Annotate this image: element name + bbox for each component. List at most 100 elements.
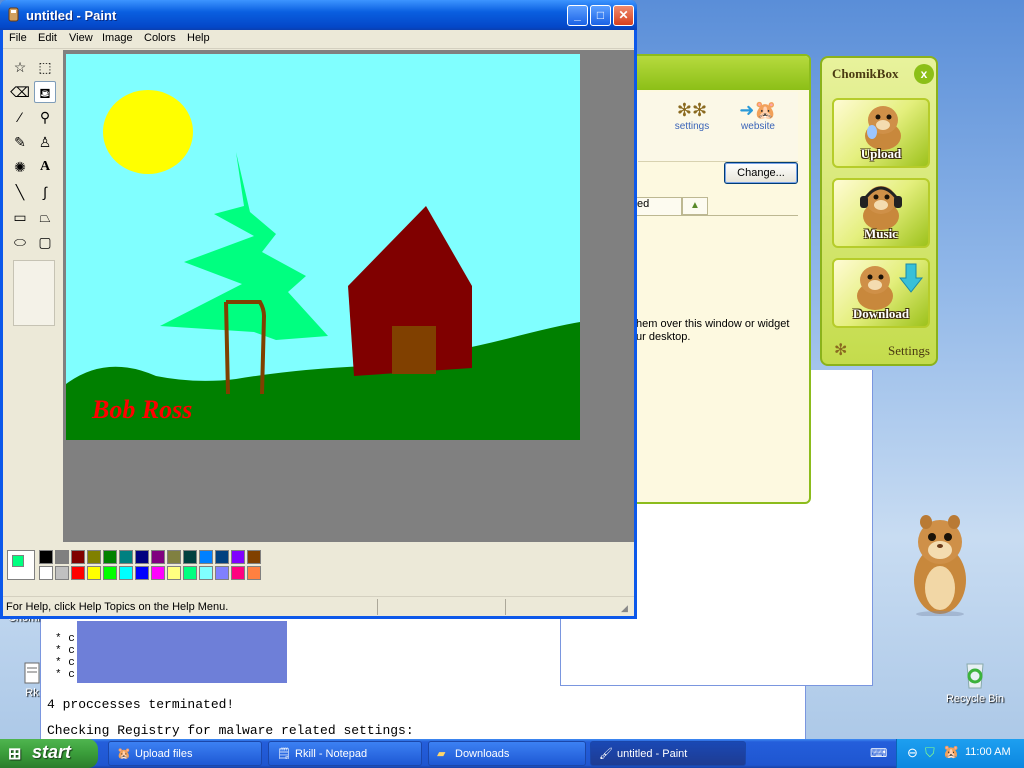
close-button[interactable]: ✕: [613, 5, 634, 26]
free-select-icon[interactable]: ☆: [9, 56, 31, 78]
menu-colors[interactable]: Colors: [144, 32, 176, 44]
desktop-icon-rkill[interactable]: Rk: [22, 662, 42, 699]
task-rkill-notepad[interactable]: 🗒 Rkill - Notepad: [268, 741, 422, 766]
task-upload-files[interactable]: 🐹 Upload files: [108, 741, 262, 766]
palette-swatch[interactable]: [151, 550, 165, 564]
toolbar-settings[interactable]: ✻✻ settings: [662, 100, 722, 132]
color-picker-icon[interactable]: ⁄: [9, 106, 31, 128]
palette-swatch[interactable]: [39, 550, 53, 564]
palette-swatch[interactable]: [119, 550, 133, 564]
magnifier-icon[interactable]: ⚲: [34, 106, 56, 128]
notepad-line-registry: Checking Registry for malware related se…: [47, 723, 414, 738]
paint-titlebar[interactable]: untitled - Paint _ □ ✕: [0, 0, 637, 30]
menu-edit[interactable]: Edit: [38, 32, 57, 44]
palette-swatch[interactable]: [183, 566, 197, 580]
palette-swatch[interactable]: [119, 566, 133, 580]
brush-icon[interactable]: ♙: [34, 131, 56, 153]
palette-swatch[interactable]: [183, 550, 197, 564]
notepad-star-line: * c: [55, 669, 75, 681]
download-label: Download: [852, 306, 910, 321]
eraser-icon[interactable]: ⌫: [9, 81, 31, 103]
widget-settings-button[interactable]: ✻ Settings: [832, 340, 932, 362]
palette-swatch[interactable]: [71, 566, 85, 580]
notepad-file-icon: [24, 662, 40, 684]
text-tool-icon[interactable]: A: [34, 156, 56, 178]
palette-swatch[interactable]: [151, 566, 165, 580]
change-button[interactable]: Change...: [724, 162, 798, 184]
palette-swatch[interactable]: [39, 566, 53, 580]
current-colors[interactable]: [7, 550, 35, 580]
widget-close-button[interactable]: x: [914, 64, 934, 84]
resize-grip-icon[interactable]: ◢: [621, 603, 628, 614]
toolbox: ☆ ⬚ ⌫ ⛾ ⁄ ⚲ ✎ ♙ ✺ A ╲ ∫ ▭ ⏢ ⬭ ▢: [5, 52, 61, 542]
palette-swatch[interactable]: [231, 566, 245, 580]
pencil-icon[interactable]: ✎: [9, 131, 31, 153]
palette-swatch[interactable]: [103, 550, 117, 564]
palette-swatch[interactable]: [247, 550, 261, 564]
palette-swatch[interactable]: [215, 550, 229, 564]
start-button[interactable]: ⊞ start: [0, 739, 98, 768]
canvas-text-bob-ross: Bob Ross: [91, 395, 192, 424]
tab-partial[interactable]: ed: [636, 197, 682, 215]
rounded-rect-icon[interactable]: ▢: [34, 231, 56, 253]
palette-swatch[interactable]: [87, 550, 101, 564]
task-untitled-paint-label: untitled - Paint: [617, 748, 688, 760]
paint-task-icon: 🖌: [599, 748, 613, 760]
tool-options-box[interactable]: [13, 260, 55, 326]
palette-swatch[interactable]: [71, 550, 85, 564]
color-palette: [5, 548, 630, 584]
palette-swatch[interactable]: [55, 550, 69, 564]
status-bar: For Help, click Help Topics on the Help …: [3, 596, 634, 616]
maximize-icon: □: [596, 8, 605, 22]
menu-help[interactable]: Help: [187, 32, 210, 44]
minimize-button[interactable]: _: [567, 5, 588, 26]
chomikbox-description: hem over this window or widget ur deskto…: [636, 318, 806, 344]
polygon-icon[interactable]: ⏢: [34, 206, 56, 228]
palette-swatch[interactable]: [135, 566, 149, 580]
foreground-color-swatch: [12, 555, 24, 567]
palette-swatch[interactable]: [199, 566, 213, 580]
hamster-upload-icon: [865, 106, 901, 150]
airbrush-icon[interactable]: ✺: [9, 156, 31, 178]
music-button[interactable]: Music: [832, 178, 930, 248]
palette-swatch[interactable]: [103, 566, 117, 580]
gear-icon: ✻: [834, 342, 848, 359]
task-untitled-paint[interactable]: 🖌 untitled - Paint: [590, 741, 746, 766]
palette-swatch[interactable]: [215, 566, 229, 580]
menu-image[interactable]: Image: [102, 32, 133, 44]
toolbar-website[interactable]: ➜🐹 website: [728, 100, 788, 132]
palette-swatch[interactable]: [167, 566, 181, 580]
maximize-button[interactable]: □: [590, 5, 611, 26]
menu-bar: File Edit View Image Colors Help: [3, 30, 634, 49]
palette-swatch[interactable]: [167, 550, 181, 564]
ellipse-icon[interactable]: ⬭: [9, 231, 31, 253]
task-downloads[interactable]: ▰ Downloads: [428, 741, 586, 766]
palette-swatch[interactable]: [55, 566, 69, 580]
palette-swatch[interactable]: [87, 566, 101, 580]
palette-swatch[interactable]: [247, 566, 261, 580]
upload-button[interactable]: Upload: [832, 98, 930, 168]
hamster-tray-icon[interactable]: 🐹: [943, 744, 959, 760]
minimize-icon: _: [574, 8, 581, 22]
palette-swatch[interactable]: [135, 550, 149, 564]
keyboard-icon[interactable]: ⌨: [870, 746, 887, 760]
rectangle-icon[interactable]: ▭: [9, 206, 31, 228]
palette-swatch[interactable]: [231, 550, 245, 564]
curve-icon[interactable]: ∫: [34, 181, 56, 203]
tab-partial-label: ed: [637, 198, 650, 210]
hamster-download-icon: [857, 263, 924, 310]
drawing-canvas[interactable]: Bob Ross: [66, 54, 580, 440]
menu-file[interactable]: File: [9, 32, 27, 44]
menu-view[interactable]: View: [69, 32, 93, 44]
triangle-up-icon[interactable]: ▲: [682, 197, 708, 215]
recycle-bin-icon: [966, 663, 984, 689]
desktop-icon-recycle-bin[interactable]: Recycle Bin: [940, 658, 1010, 705]
rect-select-icon[interactable]: ⬚: [34, 56, 56, 78]
recycle-bin-label: Recycle Bin: [945, 693, 1005, 705]
download-button[interactable]: Download: [832, 258, 930, 328]
network-icon[interactable]: ⊖: [907, 745, 918, 761]
fill-bucket-icon[interactable]: ⛾: [34, 81, 56, 103]
shield-icon[interactable]: ⛉: [925, 745, 935, 761]
line-icon[interactable]: ╲: [9, 181, 31, 203]
palette-swatch[interactable]: [199, 550, 213, 564]
